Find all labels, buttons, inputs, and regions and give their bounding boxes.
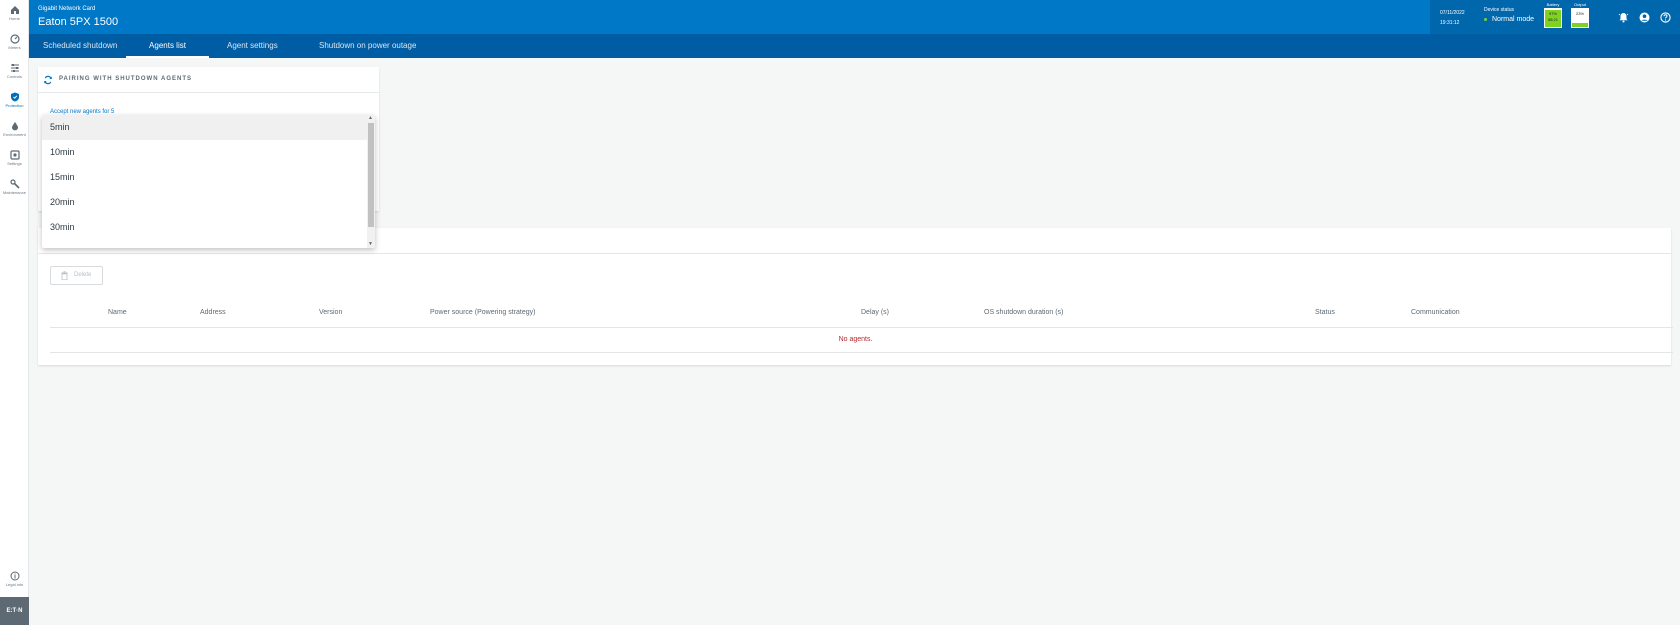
sidebar-item-protection[interactable]: Protection (0, 89, 29, 117)
dropdown-option[interactable]: 5min (42, 115, 367, 140)
column-header-address[interactable]: Address (200, 309, 226, 316)
status-time: 19:31:12 (1440, 20, 1460, 26)
dropdown-option[interactable]: 30min (42, 215, 367, 240)
sidebar-item-controls[interactable]: Controls (0, 60, 29, 88)
column-header-name[interactable]: Name (108, 309, 127, 316)
app-header: Gigabit Network Card Eaton 5PX 1500 07/1… (29, 0, 1680, 34)
output-text: 23% (1572, 11, 1588, 17)
output-percent: 23% (1575, 11, 1584, 16)
trash-icon (61, 271, 68, 280)
tab-agent-settings[interactable]: Agent settings (213, 34, 292, 58)
output-gauge[interactable]: Output 23% (1570, 2, 1590, 32)
column-header-os-shutdown-duration[interactable]: OS shutdown duration (s) (984, 309, 1063, 316)
sidebar-item-label: Home (9, 16, 20, 21)
column-header-status[interactable]: Status (1315, 309, 1335, 316)
table-bottom-divider (50, 352, 1673, 353)
alarm-bell-icon[interactable] (1618, 12, 1629, 23)
dropdown-option[interactable]: 20min (42, 190, 367, 215)
info-icon (10, 571, 19, 581)
status-date: 07/11/2022 (1440, 10, 1465, 16)
sidebar-item-settings[interactable]: Settings (0, 147, 29, 175)
wrench-icon (9, 179, 20, 189)
scroll-up-arrow-icon[interactable]: ▲ (368, 116, 373, 121)
dropdown-option[interactable]: 10min (42, 140, 367, 165)
sidebar-item-label: Settings (7, 161, 22, 166)
refresh-sync-icon (44, 75, 52, 85)
sidebar-item-label: Legal info (5, 582, 24, 587)
device-status-label: Device status (1484, 7, 1515, 13)
eaton-logo: E:T·N (0, 597, 29, 625)
sidebar-item-meters[interactable]: Meters (0, 31, 29, 59)
device-status-text: Normal mode (1492, 16, 1535, 23)
status-dot-icon (1484, 17, 1487, 21)
battery-gauge[interactable]: Battery 97% 58:21 (1543, 2, 1563, 32)
sidebar-item-label: Controls (7, 74, 22, 79)
battery-box: 97% 58:21 (1544, 8, 1562, 28)
scroll-down-arrow-icon[interactable]: ▼ (368, 242, 373, 247)
column-header-communication[interactable]: Communication (1411, 309, 1460, 316)
pairing-card-header: PAIRING WITH SHUTDOWN AGENTS (38, 67, 379, 93)
meter-icon (9, 34, 20, 44)
pairing-duration-dropdown[interactable]: 5min 10min 15min 20min 30min ▲ ▼ (42, 115, 375, 248)
sidebar-item-environment[interactable]: Environment (0, 118, 29, 146)
status-panel: 07/11/2022 19:31:12 Device status Normal… (1430, 0, 1598, 34)
delete-button[interactable]: Delete (50, 266, 103, 285)
sidebar-item-maintenance[interactable]: Maintenance (0, 176, 29, 204)
header-subtitle: Gigabit Network Card (38, 6, 96, 12)
column-header-version[interactable]: Version (319, 309, 342, 316)
controls-icon (10, 64, 19, 72)
tab-shutdown-on-power-outage[interactable]: Shutdown on power outage (305, 34, 430, 58)
agents-card: Delete Name Address Version Power source… (38, 228, 1673, 365)
output-label: Output (1573, 2, 1586, 7)
column-header-delay[interactable]: Delay (s) (861, 309, 889, 316)
page-title: Eaton 5PX 1500 (38, 16, 119, 28)
output-level-fill (1572, 22, 1588, 27)
tab-agents-list[interactable]: Agents list (126, 34, 209, 58)
user-account-icon[interactable] (1639, 12, 1650, 23)
output-box: 23% (1571, 8, 1589, 28)
dropdown-scrollbar[interactable]: ▲ ▼ (367, 115, 375, 248)
tab-scheduled-shutdown[interactable]: Scheduled shutdown (29, 34, 131, 58)
sidebar-item-home[interactable]: Home (0, 2, 29, 30)
dropdown-scroll-thumb[interactable] (368, 123, 374, 227)
home-icon (10, 6, 19, 14)
help-icon[interactable] (1660, 12, 1671, 23)
table-header-divider (50, 327, 1673, 328)
battery-text: 97% 58:21 (1545, 11, 1561, 23)
settings-icon (9, 150, 20, 160)
drop-icon (11, 122, 18, 131)
dropdown-option[interactable]: 15min (42, 165, 367, 190)
sidebar-item-label: Environment (3, 132, 26, 137)
sidebar-item-label: Maintenance (3, 190, 26, 195)
battery-label: Battery (1546, 2, 1560, 7)
delete-button-label: Delete (74, 272, 92, 278)
tab-bar: Scheduled shutdown Agents list Agent set… (29, 34, 1680, 58)
sidebar-item-label: Meters (8, 45, 21, 50)
empty-table-message: No agents. (838, 336, 873, 343)
sidebar: Home Meters Controls Protection Environm… (0, 0, 29, 625)
column-header-power-source[interactable]: Power source (Powering strategy) (430, 309, 535, 316)
sidebar-item-label: Protection (5, 103, 24, 108)
pairing-card-title: PAIRING WITH SHUTDOWN AGENTS (59, 76, 192, 82)
status-datetime: 07/11/2022 19:31:12 (1440, 8, 1465, 28)
device-status-value: Normal mode (1484, 16, 1534, 23)
sidebar-item-legal[interactable]: Legal info (0, 568, 29, 596)
battery-time: 58:21 (1547, 17, 1558, 22)
header-actions (1598, 0, 1680, 34)
shield-icon (10, 92, 19, 102)
